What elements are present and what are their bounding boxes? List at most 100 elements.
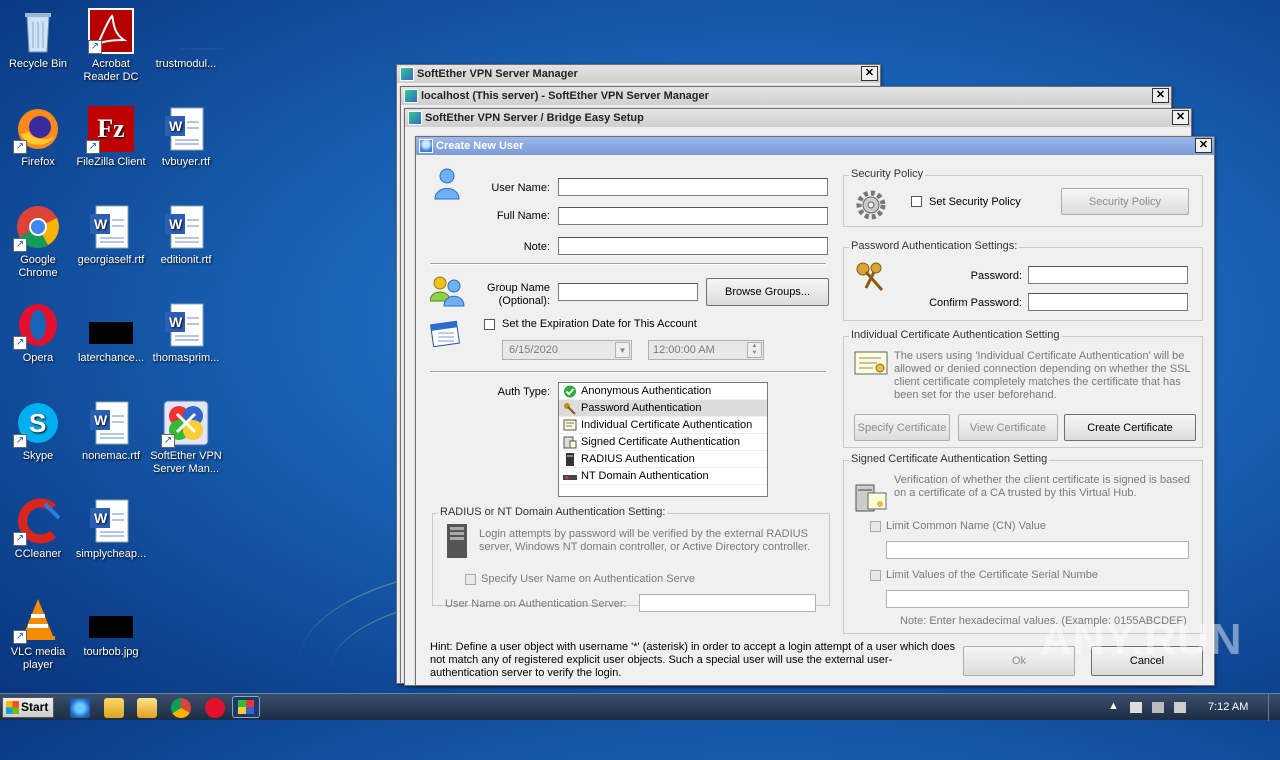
desktop-icon-georgiaself[interactable]: W georgiaself.rtf [73, 204, 149, 267]
desktop-icon-recycle-bin[interactable]: Recycle Bin [0, 8, 76, 71]
password-input[interactable] [1028, 266, 1188, 284]
limit-cn-label: Limit Common Name (CN) Value [886, 520, 1046, 532]
set-security-policy-checkbox[interactable] [911, 196, 922, 207]
black-thumbnail-icon [88, 596, 134, 642]
softether-icon: ↗ [161, 400, 209, 448]
chrome-icon[interactable] [171, 698, 191, 718]
folder-icon[interactable] [104, 698, 124, 718]
auth-option-anonymous[interactable]: Anonymous Authentication [559, 383, 767, 400]
desktop-icon-ccleaner[interactable]: ↗ CCleaner [0, 498, 76, 561]
desktop: Recycle Bin ↗ Acrobat Reader DC trustmod… [0, 0, 1280, 693]
desktop-icon-laterchance[interactable]: laterchance... [73, 302, 149, 365]
spinner-icon[interactable]: ▲ ▼ [747, 342, 762, 358]
desktop-icon-editionit[interactable]: W editionit.rtf [148, 204, 224, 267]
specify-certificate-button[interactable]: Specify Certificate [854, 414, 950, 441]
auth-option-label: Individual Certificate Authentication [581, 419, 753, 431]
close-button[interactable]: ✕ [861, 66, 878, 81]
desktop-icon-simplycheap[interactable]: W simplycheap... [73, 498, 149, 561]
limit-cn-checkbox[interactable] [870, 521, 881, 532]
opera-icon[interactable] [205, 698, 225, 718]
confirm-password-input[interactable] [1028, 293, 1188, 311]
keys-icon [854, 260, 888, 294]
create-certificate-button[interactable]: Create Certificate [1064, 414, 1196, 441]
start-button[interactable]: Start [2, 697, 54, 718]
expiration-date-value: 6/15/2020 [509, 344, 558, 356]
black-thumbnail-icon [88, 302, 134, 348]
security-policy-button[interactable]: Security Policy [1061, 188, 1189, 215]
desktop-icon-filezilla[interactable]: Fz ↗ FileZilla Client [73, 106, 149, 169]
auth-option-individual-cert[interactable]: Individual Certificate Authentication [559, 417, 767, 434]
clock[interactable]: 7:12 AM [1208, 701, 1248, 713]
specify-username-checkbox[interactable] [465, 574, 476, 585]
desktop-icon-vlc[interactable]: ↗ VLC media player [0, 596, 76, 672]
desktop-icon-firefox[interactable]: ↗ Firefox [0, 106, 76, 169]
action-center-icon[interactable] [1130, 702, 1142, 713]
shortcut-arrow-icon: ↗ [13, 336, 27, 350]
limit-cn-input[interactable] [886, 541, 1189, 559]
calendar-icon [430, 317, 462, 348]
show-desktop-button[interactable] [1268, 694, 1280, 721]
radius-settings-group: RADIUS or NT Domain Authentication Setti… [432, 506, 830, 612]
network-icon[interactable] [1152, 702, 1164, 713]
view-certificate-button[interactable]: View Certificate [958, 414, 1058, 441]
ie-icon[interactable] [70, 698, 90, 718]
desktop-icon-softether[interactable]: ↗ SoftEther VPN Server Man... [148, 400, 224, 476]
volume-icon[interactable] [1174, 702, 1186, 713]
keys-icon [563, 402, 577, 415]
ccleaner-icon: ↗ [13, 498, 61, 546]
domain-icon [563, 470, 577, 483]
username-on-server-input[interactable] [639, 594, 816, 612]
desktop-icon-thomasprim[interactable]: W thomasprim... [148, 302, 224, 365]
desktop-icon-nonemac[interactable]: W nonemac.rtf [73, 400, 149, 463]
desktop-icon-tourbob[interactable]: tourbob.jpg [73, 596, 149, 659]
hint-text: Hint: Define a user object with username… [430, 641, 956, 679]
softether-taskbar-button[interactable] [232, 696, 260, 718]
note-input[interactable] [558, 237, 828, 255]
desktop-icon-tvbuyer[interactable]: W tvbuyer.rtf [148, 106, 224, 169]
auth-option-radius[interactable]: RADIUS Authentication [559, 451, 767, 468]
close-button[interactable]: ✕ [1152, 88, 1169, 103]
blank-file-icon [163, 8, 225, 54]
softether-app-icon [400, 67, 414, 81]
auth-option-nt-domain[interactable]: NT Domain Authentication [559, 468, 767, 485]
close-button[interactable]: ✕ [1172, 110, 1189, 125]
signed-cert-group: Signed Certificate Authentication Settin… [843, 453, 1203, 634]
chevron-down-icon[interactable]: ▼ [615, 342, 630, 358]
full-name-input[interactable] [558, 207, 828, 225]
word-doc-icon: W [163, 204, 209, 250]
window-title: SoftEther VPN Server / Bridge Easy Setup [425, 112, 644, 124]
svg-text:W: W [94, 412, 108, 428]
user-name-input[interactable] [558, 178, 828, 196]
expiration-date-picker[interactable]: 6/15/2020 ▼ [502, 340, 632, 360]
certificate-icon [563, 419, 577, 432]
dialog-titlebar: Create New User ✕ [416, 137, 1214, 155]
expiration-time-picker[interactable]: 12:00:00 AM ▲ ▼ [648, 340, 764, 360]
limit-serial-checkbox[interactable] [870, 570, 881, 581]
icon-label: Recycle Bin [8, 58, 68, 70]
note-label: Note: [523, 241, 550, 253]
expiration-checkbox[interactable] [484, 319, 495, 330]
auth-type-list[interactable]: Anonymous Authentication Password Authen… [558, 382, 768, 497]
desktop-icon-trustmodul[interactable]: trustmodul... [148, 8, 225, 71]
auth-option-signed-cert[interactable]: Signed Certificate Authentication [559, 434, 767, 451]
group-name-input[interactable] [558, 283, 698, 301]
limit-serial-label: Limit Values of the Certificate Serial N… [886, 569, 1098, 581]
media-player-icon[interactable] [137, 698, 157, 718]
desktop-icon-opera[interactable]: ↗ Opera [0, 302, 76, 365]
auth-option-password[interactable]: Password Authentication [559, 400, 767, 417]
auth-option-label: Anonymous Authentication [581, 385, 712, 397]
opera-icon: ↗ [13, 302, 61, 350]
desktop-icon-acrobat[interactable]: ↗ Acrobat Reader DC [73, 8, 149, 84]
limit-serial-input[interactable] [886, 590, 1189, 608]
tray-expand-icon[interactable]: ▲ [1108, 700, 1119, 712]
icon-label: georgiaself.rtf [77, 254, 145, 266]
close-button[interactable]: ✕ [1195, 138, 1212, 153]
desktop-icon-chrome[interactable]: ↗ Google Chrome [0, 204, 76, 280]
browse-groups-button[interactable]: Browse Groups... [706, 278, 829, 306]
radius-description: Login attempts by password will be verif… [479, 528, 811, 553]
window-titlebar: SoftEther VPN Server / Bridge Easy Setup… [405, 109, 1191, 127]
create-new-user-dialog[interactable]: Create New User ✕ User Name: Full Name: … [415, 136, 1215, 686]
desktop-icon-skype[interactable]: S ↗ Skype [0, 400, 76, 463]
signed-cert-group-title: Signed Certificate Authentication Settin… [849, 453, 1050, 465]
icon-label: simplycheap... [75, 548, 147, 560]
